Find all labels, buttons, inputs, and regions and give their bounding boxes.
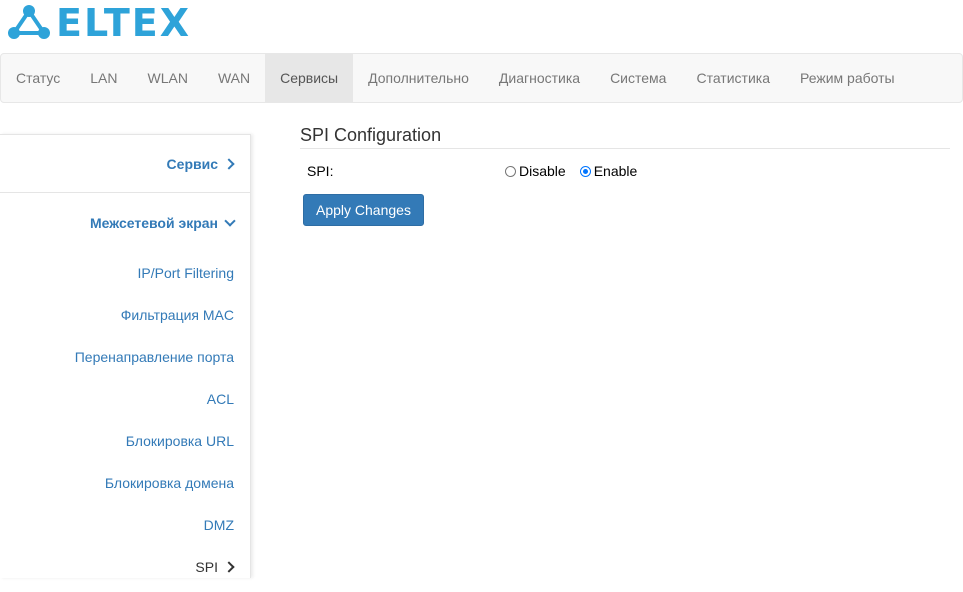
nav-item-lan[interactable]: LAN (75, 54, 132, 102)
sidebar-item-acl[interactable]: ACL (0, 378, 250, 420)
sidebar-item-mac-filtering[interactable]: Фильтрация MAC (0, 294, 250, 336)
nav-item-operation-mode[interactable]: Режим работы (785, 54, 910, 102)
chevron-down-icon (224, 217, 234, 229)
chevron-right-icon (224, 561, 234, 573)
sidebar-item-label: Межсетевой экран (89, 214, 218, 231)
apply-changes-button[interactable]: Apply Changes (303, 194, 424, 226)
eltex-logo-icon (8, 5, 50, 39)
nav-item-diagnostics[interactable]: Диагностика (484, 54, 595, 102)
nav-item-services[interactable]: Сервисы (265, 54, 354, 102)
sidebar-item-url-blocking[interactable]: Блокировка URL (0, 420, 250, 462)
spi-radio-group: Disable Enable (505, 163, 651, 179)
spi-disable-radio[interactable] (505, 165, 516, 177)
nav-item-wlan[interactable]: WLAN (133, 54, 203, 102)
nav-item-status[interactable]: Статус (1, 54, 75, 102)
nav-item-wan[interactable]: WAN (203, 54, 265, 102)
nav-item-system[interactable]: Система (595, 54, 681, 102)
eltex-logo[interactable]: ELTEX (6, 2, 191, 44)
main-content: SPI Configuration SPI: Disable Enable Ap… (300, 124, 950, 226)
spi-enable-label[interactable]: Enable (594, 163, 638, 179)
nav-item-advanced[interactable]: Дополнительно (353, 54, 484, 102)
sidebar-item-ip-port-filtering[interactable]: IP/Port Filtering (0, 252, 250, 294)
nav-item-statistics[interactable]: Статистика (681, 54, 785, 102)
logo-text: ELTEX (56, 1, 192, 45)
spi-form-row: SPI: Disable Enable (300, 159, 950, 183)
sidebar-item-dmz[interactable]: DMZ (0, 504, 250, 546)
sidebar-item-label: Сервис (166, 155, 218, 172)
sidebar-item-label: SPI (195, 559, 218, 575)
spi-disable-label[interactable]: Disable (519, 163, 566, 179)
chevron-right-icon (224, 158, 234, 170)
sidebar: Сервис Межсетевой экран IP/Port Filterin… (0, 134, 251, 578)
spi-enable-radio[interactable] (579, 165, 591, 177)
page-title: SPI Configuration (300, 124, 950, 149)
sidebar-item-firewall[interactable]: Межсетевой экран (0, 193, 250, 252)
sidebar-item-domain-blocking[interactable]: Блокировка домена (0, 462, 250, 504)
top-navbar: Статус LAN WLAN WAN Сервисы Дополнительн… (0, 53, 963, 103)
sidebar-item-service[interactable]: Сервис (0, 134, 250, 193)
sidebar-item-spi[interactable]: SPI (0, 546, 250, 588)
sidebar-item-port-forwarding[interactable]: Перенаправление порта (0, 336, 250, 378)
spi-label: SPI: (307, 163, 334, 179)
